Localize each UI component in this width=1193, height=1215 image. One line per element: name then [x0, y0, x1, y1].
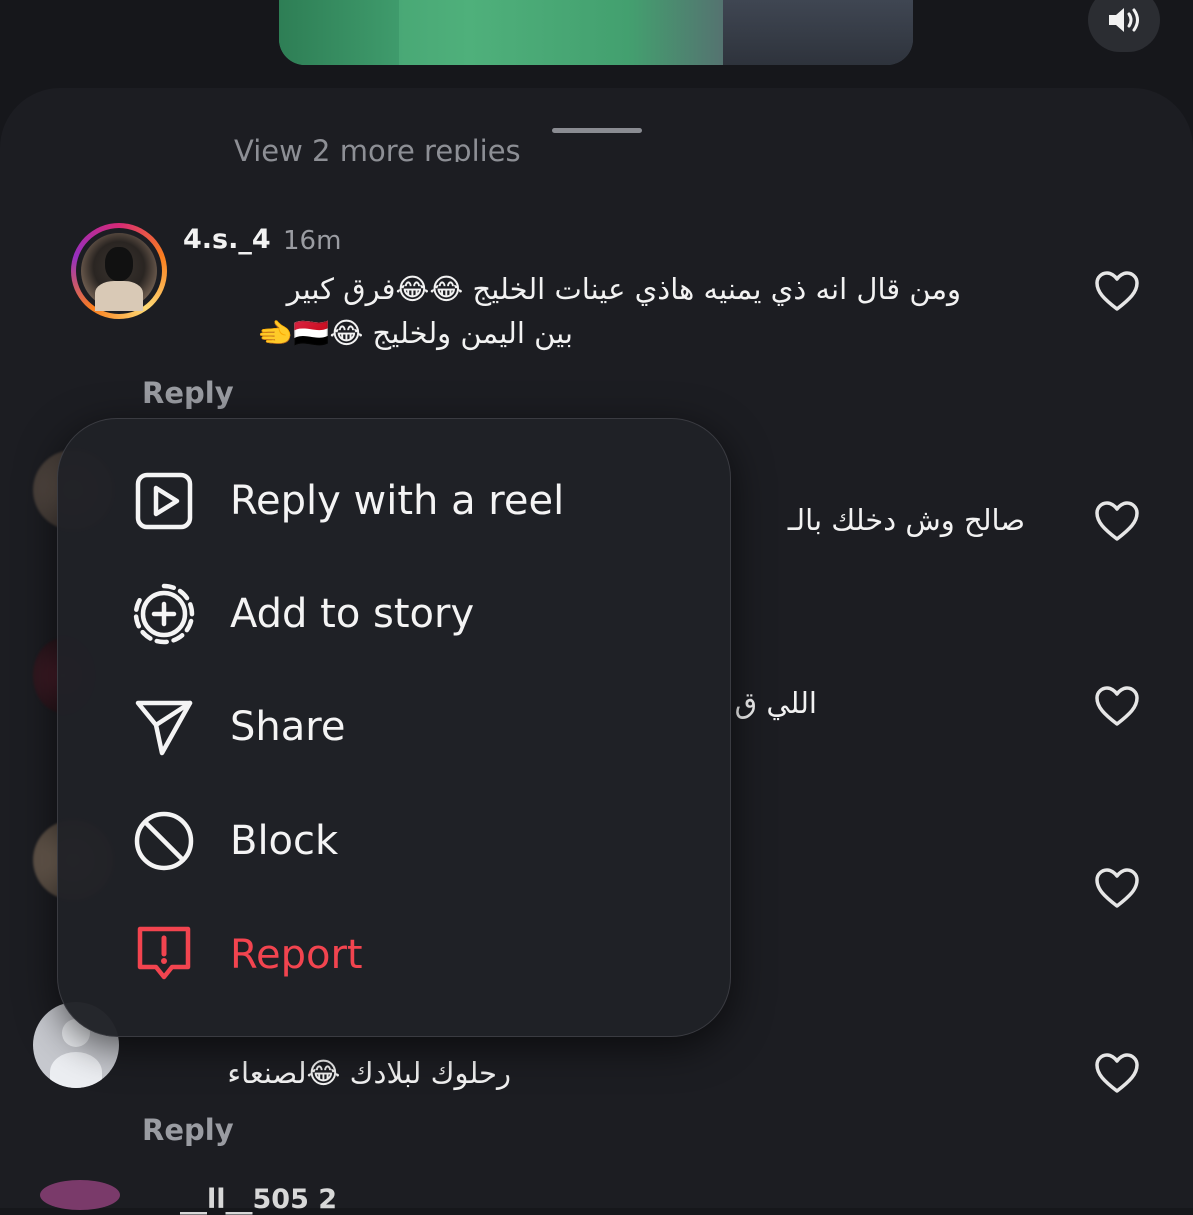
comment-text: رحلوك لبلادك 😂لصنعاء	[227, 1056, 511, 1090]
reply-button[interactable]: Reply	[142, 376, 234, 410]
menu-item-add-to-story[interactable]: Add to story	[132, 574, 692, 654]
menu-item-block[interactable]: Block	[132, 801, 692, 881]
like-heart-icon[interactable]	[1094, 685, 1140, 727]
commenter-avatar[interactable]	[40, 1180, 120, 1210]
menu-item-label: Reply with a reel	[230, 478, 565, 524]
speaker-icon	[1109, 8, 1139, 32]
reply-button[interactable]: Reply	[142, 1113, 234, 1147]
sound-toggle-button[interactable]	[1088, 0, 1160, 52]
view-more-replies[interactable]: View 2 more replies	[234, 136, 521, 163]
like-heart-icon[interactable]	[1094, 1052, 1140, 1094]
menu-item-label: Report	[230, 932, 363, 978]
sheet-grabber[interactable]	[552, 128, 642, 133]
comment-username[interactable]: 4.s._4	[183, 224, 271, 255]
like-heart-icon[interactable]	[1094, 270, 1140, 312]
commenter-avatar[interactable]	[71, 223, 167, 319]
menu-item-label: Add to story	[230, 591, 475, 637]
block-icon	[134, 811, 194, 871]
video-frame-right	[723, 0, 913, 65]
menu-item-label: Share	[230, 704, 346, 750]
comment-text: ومن قال انه ذي يمنيه هاذي عينات الخليج 😂…	[286, 272, 961, 306]
like-heart-icon[interactable]	[1094, 867, 1140, 909]
report-icon	[137, 926, 191, 980]
menu-item-label: Block	[230, 818, 339, 864]
comment-username[interactable]: __ll__505 2	[180, 1184, 337, 1215]
comment-context-menu: Reply with a reel Add to story Share Blo…	[57, 418, 731, 1037]
send-icon	[135, 700, 193, 756]
reel-icon	[135, 472, 193, 530]
video-preview[interactable]	[279, 0, 913, 65]
menu-item-share[interactable]: Share	[132, 687, 692, 767]
like-heart-icon[interactable]	[1094, 500, 1140, 542]
menu-item-report[interactable]: Report	[132, 915, 692, 995]
video-frame-left	[279, 0, 399, 65]
add-story-icon	[133, 583, 195, 645]
menu-item-reply-with-reel[interactable]: Reply with a reel	[132, 461, 692, 541]
comment-text-continued: بين اليمن ولخليج 😂🇾🇪🫲	[257, 316, 573, 350]
comment-time: 16m	[283, 226, 342, 256]
